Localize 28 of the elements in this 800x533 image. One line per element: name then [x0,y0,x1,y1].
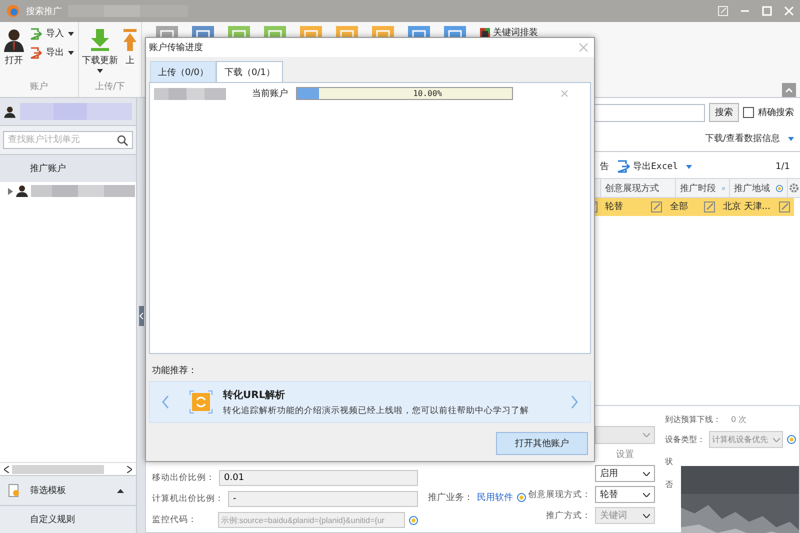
field-label: 监控代码： [152,514,198,526]
section-label: 功能推荐： [152,364,198,377]
table-cell: 全部 [666,198,704,216]
field-label: 设备类型： [665,434,705,445]
field-label: 计算机出价比例： [152,493,224,505]
panel-title: 筛选模板 [30,484,66,497]
field-label: 移动出价比例： [152,472,215,484]
field-label: 到达预算下线： [665,414,721,425]
page-indicator: 1/1 [776,162,790,172]
group-label: 上传/下 [94,80,126,93]
checkbox-label: 精确搜索 [758,106,794,119]
field-label: 状 [665,456,673,467]
field-label: 创意展现方式： [528,488,591,500]
section-heading: 设置 [616,448,634,461]
field-label: 推广业务： [428,492,473,504]
table-cell: 北京 天津... [719,198,779,216]
field-label: 否 [665,479,673,490]
group-label: 账户 [30,80,48,93]
dialog-title: 账户传输进度 [149,42,203,54]
window-title: 搜索推广 [26,6,62,18]
field-value: 0 次 [731,414,747,425]
recommendation-text: 转化追踪解析功能的介绍演示视频已经上线啦，您可以前往帮助中心学习了解 [223,404,530,416]
recommendation-title: 转化URL解析 [223,388,286,402]
field-label: 推广方式： [546,510,591,522]
column-header: 推广账户 [0,154,136,182]
account-label: 当前账户 [252,88,289,100]
progress-reading: 10.00% [413,89,443,98]
table-cell: 轮替 [601,198,651,216]
